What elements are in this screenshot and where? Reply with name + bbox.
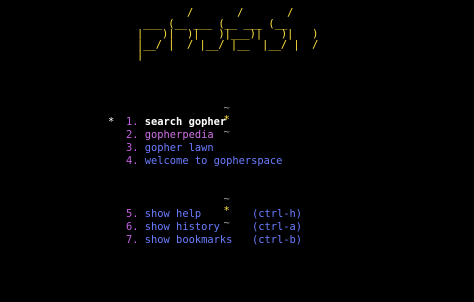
- command-show-history[interactable]: 6. show history (ctrl-a): [108, 221, 302, 234]
- gopher-ascii-logo: / / / ___ (__ ___ (__ ___ (__ | )| )| )|…: [137, 7, 319, 62]
- command-label: show bookmarks: [144, 234, 233, 246]
- divider-tilde-left: ~: [223, 102, 230, 114]
- selection-marker: *: [108, 116, 115, 128]
- command-number: 7.: [126, 234, 139, 246]
- menu-item-label: gopher lawn: [144, 142, 214, 154]
- menu-item-gopherpedia[interactable]: 2. gopherpedia: [108, 129, 214, 142]
- command-shortcut: (ctrl-a): [252, 221, 303, 233]
- menu-item-number: 2.: [126, 129, 139, 141]
- menu-item-label: welcome to gopherspace: [144, 155, 283, 167]
- divider-tilde-right: ~: [223, 217, 230, 229]
- divider-star: *: [223, 205, 230, 217]
- command-shortcut: (ctrl-b): [252, 234, 303, 246]
- menu-item-welcome-to-gopherspace[interactable]: 4. welcome to gopherspace: [108, 155, 282, 168]
- menu-item-search-gopher[interactable]: * 1. search gopher: [108, 116, 226, 129]
- command-label: show history: [144, 221, 220, 233]
- menu-item-number: 3.: [126, 142, 139, 154]
- menu-item-gopher-lawn[interactable]: 3. gopher lawn: [108, 142, 214, 155]
- divider-tilde-left: ~: [223, 193, 230, 205]
- menu-item-label: search gopher: [144, 116, 227, 128]
- command-label: show help: [144, 208, 202, 220]
- menu-item-number: 4.: [126, 155, 139, 167]
- menu-item-label: gopherpedia: [144, 129, 214, 141]
- command-number: 6.: [126, 221, 139, 233]
- menu-item-number: 1.: [126, 116, 139, 128]
- command-show-bookmarks[interactable]: 7. show bookmarks (ctrl-b): [108, 234, 302, 247]
- command-show-help[interactable]: 5. show help (ctrl-h): [108, 208, 302, 221]
- command-shortcut: (ctrl-h): [252, 208, 303, 220]
- command-number: 5.: [126, 208, 139, 220]
- divider-top: ~ * ~: [211, 90, 230, 138]
